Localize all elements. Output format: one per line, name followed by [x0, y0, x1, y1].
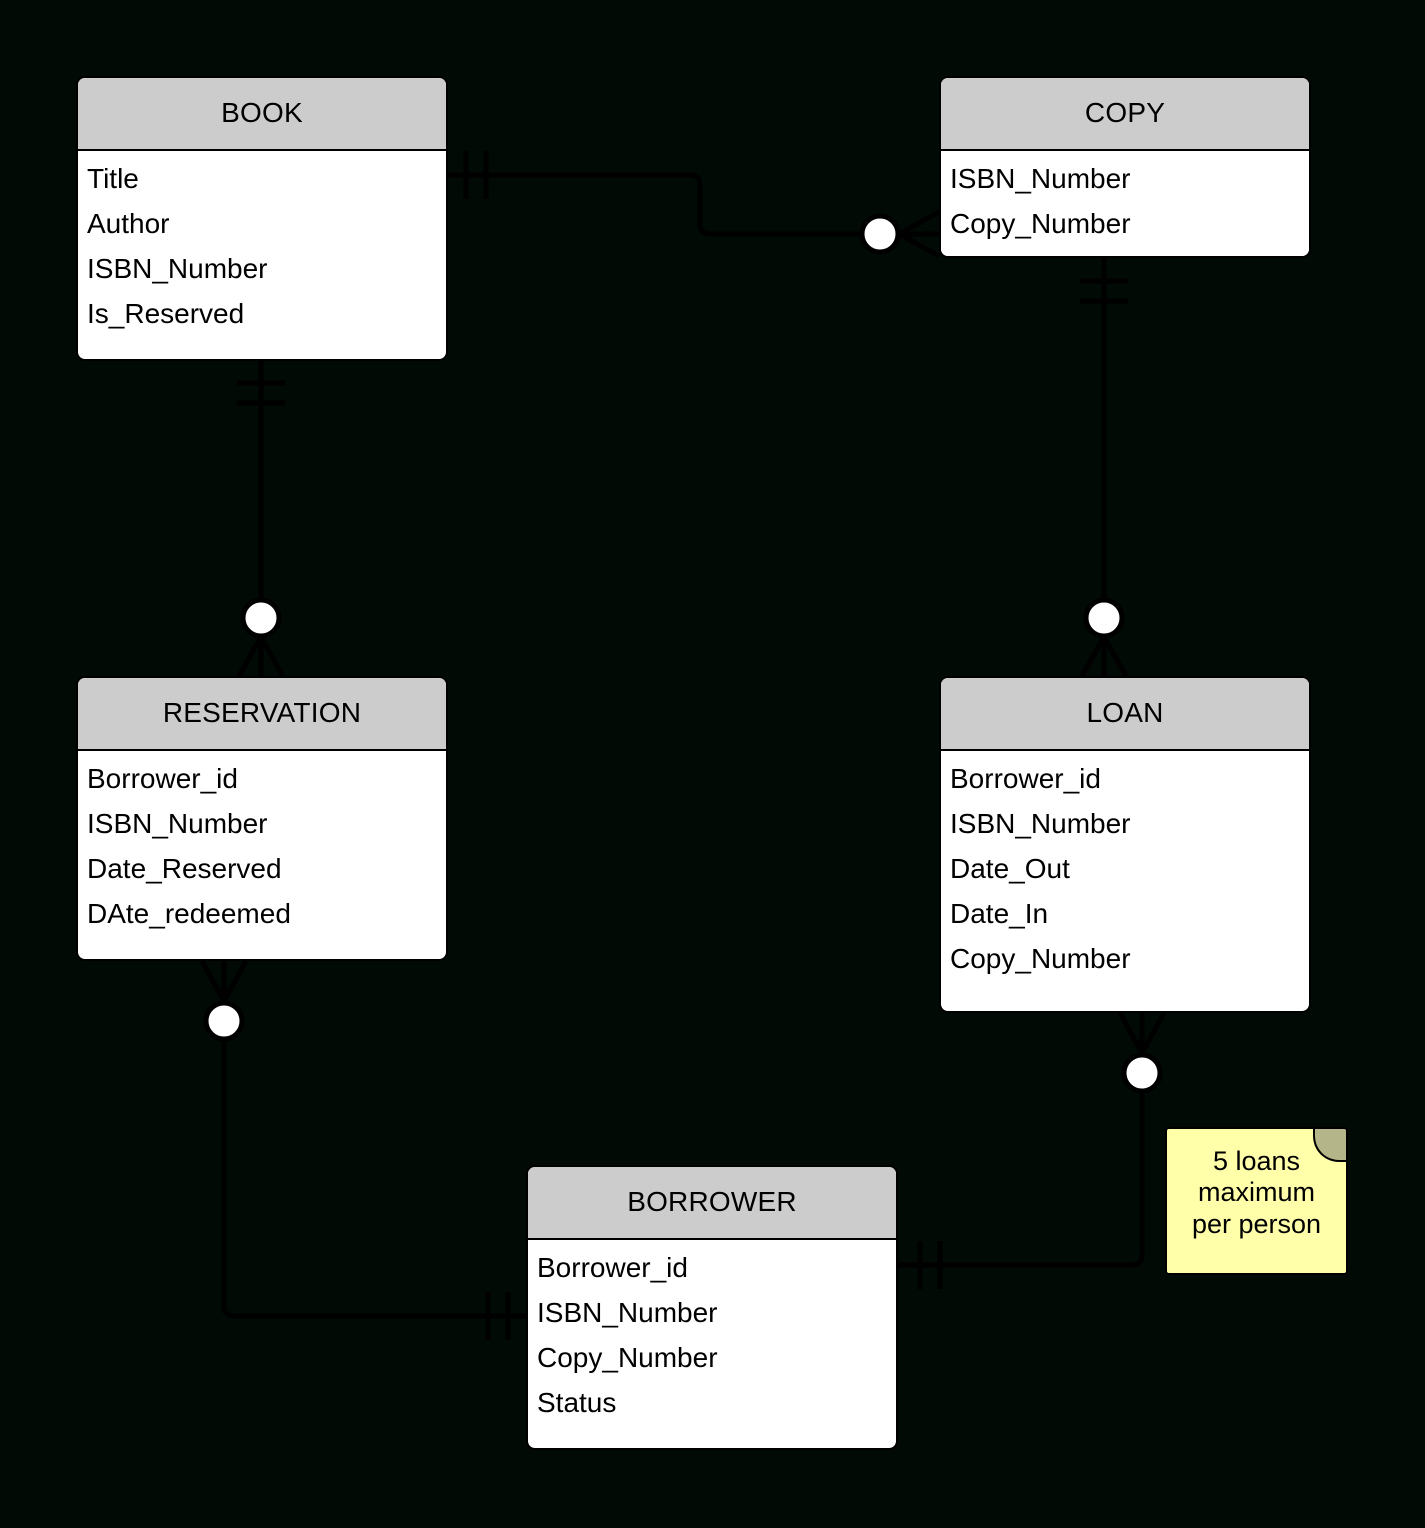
entity-book[interactable]: BOOK Title Author ISBN_Number Is_Reserve…	[76, 76, 448, 361]
entity-borrower-title: BORROWER	[528, 1167, 896, 1240]
cardinality-crowsfoot-many	[1117, 1011, 1167, 1055]
cardinality-crowsfoot-many	[236, 635, 286, 678]
entity-loan[interactable]: LOAN Borrower_id ISBN_Number Date_Out Da…	[939, 676, 1311, 1013]
note-line: per person	[1191, 1208, 1322, 1239]
entity-loan-title: LOAN	[941, 678, 1309, 751]
attribute-row: ISBN_Number	[537, 1297, 718, 1328]
entity-copy[interactable]: COPY ISBN_Number Copy_Number	[939, 76, 1311, 258]
note-line: maximum	[1197, 1177, 1315, 1208]
entity-borrower[interactable]: BORROWER Borrower_id ISBN_Number Copy_Nu…	[526, 1165, 898, 1450]
attribute-row: Borrower_id	[537, 1252, 688, 1283]
entity-book-title: BOOK	[78, 78, 446, 151]
cardinality-crowsfoot-many	[199, 959, 249, 1003]
entity-borrower-attributes: Borrower_id ISBN_Number Copy_Number Stat…	[528, 1240, 896, 1436]
cardinality-circle-zero	[1083, 597, 1125, 639]
attribute-row: Copy_Number	[950, 943, 1131, 974]
attribute-row: Date_In	[950, 898, 1049, 929]
attribute-row: Author	[87, 208, 170, 239]
attribute-row: Is_Reserved	[87, 298, 245, 329]
entity-reservation[interactable]: RESERVATION Borrower_id ISBN_Number Date…	[76, 676, 448, 961]
entity-reservation-title: RESERVATION	[78, 678, 446, 751]
attribute-row: Title	[87, 163, 139, 194]
entity-reservation-attributes: Borrower_id ISBN_Number Date_Reserved DA…	[78, 751, 446, 947]
attribute-row: Borrower_id	[87, 763, 238, 794]
attribute-row: Date_Out	[950, 853, 1070, 884]
cardinality-circle-zero	[240, 597, 282, 639]
cardinality-crowsfoot-many	[897, 209, 941, 259]
attribute-row: Date_Reserved	[87, 853, 282, 884]
entity-copy-title: COPY	[941, 78, 1309, 151]
connector-book-reservation[interactable]	[236, 361, 286, 678]
attribute-row: DAte_redeemed	[87, 898, 291, 929]
connector-reservation-borrower[interactable]	[199, 959, 526, 1340]
cardinality-circle-zero	[859, 213, 901, 255]
entity-copy-attributes: ISBN_Number Copy_Number	[941, 151, 1309, 256]
attribute-row: ISBN_Number	[950, 163, 1131, 194]
cardinality-circle-zero	[203, 1000, 245, 1042]
attribute-row: ISBN_Number	[950, 808, 1131, 839]
attribute-row: ISBN_Number	[87, 253, 268, 284]
sticky-note-loan-limit[interactable]: 5 loans maximum per person	[1165, 1127, 1348, 1275]
connector-copy-loan[interactable]	[1079, 258, 1129, 678]
cardinality-crowsfoot-many	[1079, 635, 1129, 678]
attribute-row: Copy_Number	[950, 208, 1131, 239]
connector-book-copy[interactable]	[448, 151, 941, 259]
attribute-row: Borrower_id	[950, 763, 1101, 794]
entity-book-attributes: Title Author ISBN_Number Is_Reserved	[78, 151, 446, 347]
attribute-row: ISBN_Number	[87, 808, 268, 839]
note-line: 5 loans	[1212, 1146, 1301, 1176]
attribute-row: Status	[537, 1387, 617, 1418]
cardinality-circle-zero	[1121, 1052, 1163, 1094]
entity-loan-attributes: Borrower_id ISBN_Number Date_Out Date_In…	[941, 751, 1309, 992]
attribute-row: Copy_Number	[537, 1342, 718, 1373]
connector-loan-borrower[interactable]	[898, 1011, 1167, 1289]
